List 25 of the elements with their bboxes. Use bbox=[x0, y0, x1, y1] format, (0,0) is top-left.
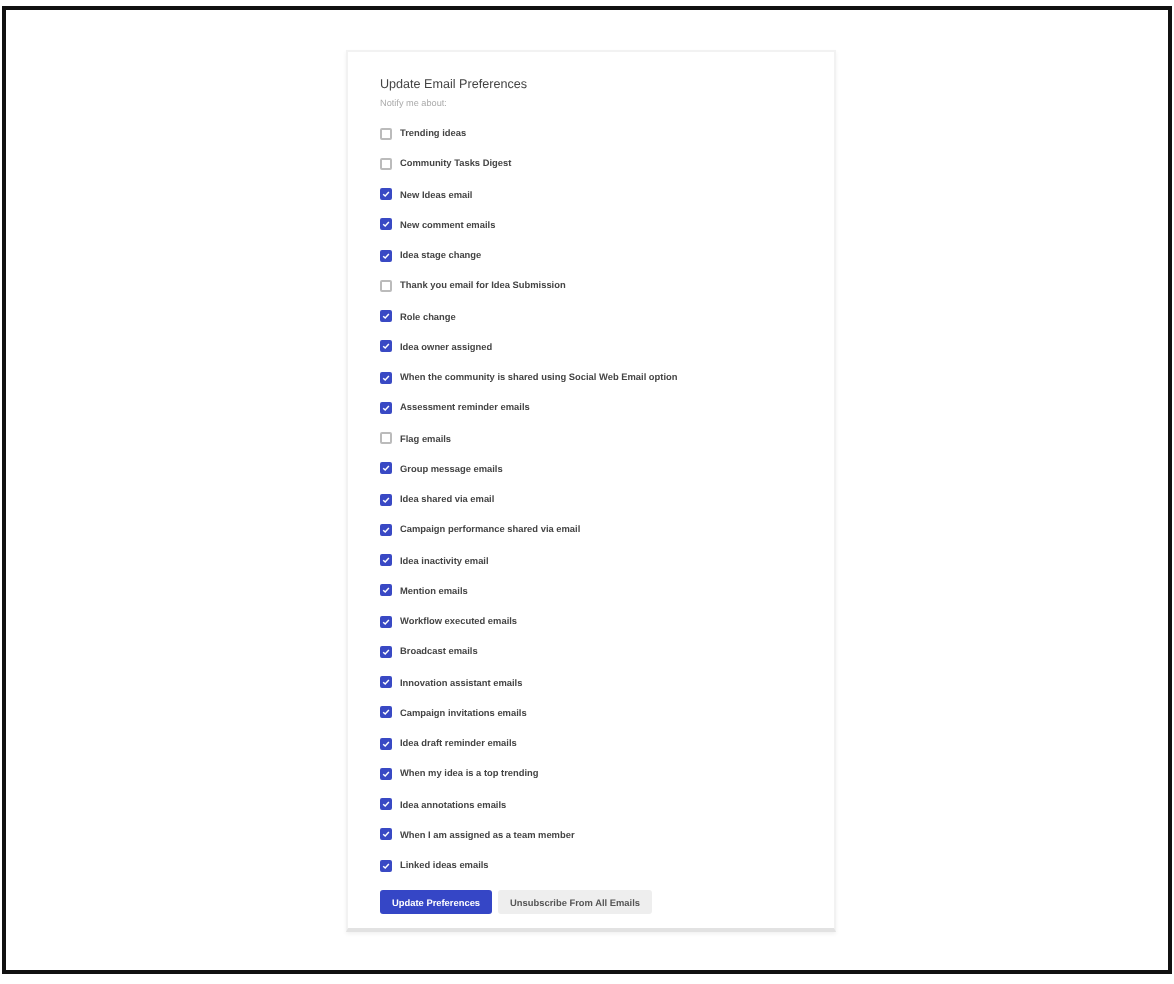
checkbox[interactable] bbox=[380, 523, 392, 536]
checkbox[interactable] bbox=[380, 462, 392, 475]
checkbox[interactable] bbox=[380, 432, 392, 445]
checkbox[interactable] bbox=[380, 340, 392, 353]
checkbox[interactable] bbox=[380, 493, 392, 506]
checkbox[interactable] bbox=[380, 371, 392, 384]
checkbox[interactable] bbox=[380, 188, 392, 201]
checkbox[interactable] bbox=[380, 737, 392, 750]
checkbox[interactable] bbox=[380, 279, 392, 292]
checkbox[interactable] bbox=[380, 157, 392, 170]
checkbox[interactable] bbox=[380, 310, 392, 323]
checkbox[interactable] bbox=[380, 676, 392, 689]
checkbox[interactable] bbox=[380, 401, 392, 414]
checkbox[interactable] bbox=[380, 249, 392, 262]
checkbox[interactable] bbox=[380, 554, 392, 567]
checkbox[interactable] bbox=[380, 859, 392, 872]
checkbox[interactable] bbox=[380, 218, 392, 231]
checkbox[interactable] bbox=[380, 706, 392, 719]
checkbox[interactable] bbox=[380, 798, 392, 811]
checkbox[interactable] bbox=[380, 584, 392, 597]
checkbox[interactable] bbox=[380, 645, 392, 658]
checkbox[interactable] bbox=[380, 828, 392, 841]
checkbox[interactable] bbox=[380, 127, 392, 140]
checkbox[interactable] bbox=[380, 615, 392, 628]
checkbox[interactable] bbox=[380, 767, 392, 780]
